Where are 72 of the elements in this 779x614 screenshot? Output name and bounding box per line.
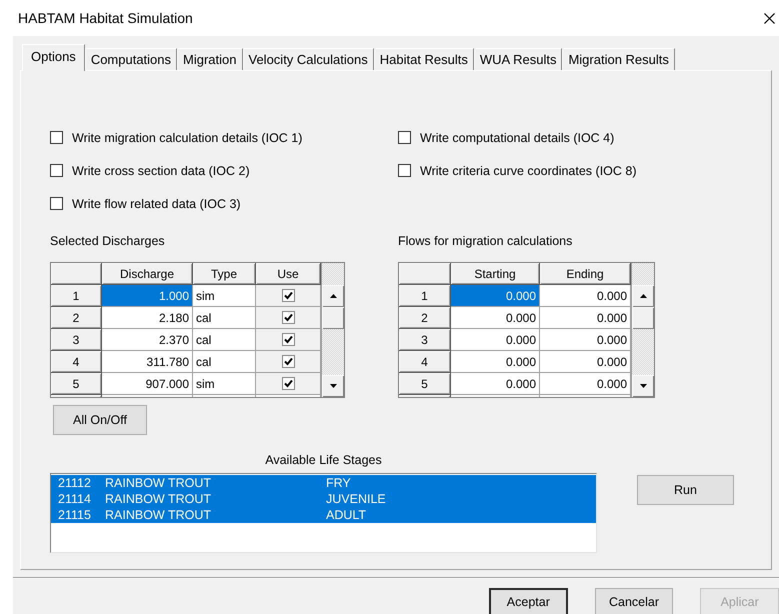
table-cell[interactable]: 0.000 (451, 285, 540, 307)
table-cell[interactable]: 907.000 (102, 373, 193, 395)
table-cell[interactable]: 2.180 (102, 307, 193, 329)
tab[interactable]: WUA Results (474, 48, 562, 70)
table-cell[interactable]: 0.000 (451, 351, 540, 373)
close-icon[interactable] (764, 12, 775, 24)
tab[interactable]: Habitat Results (374, 48, 474, 70)
use-checkbox[interactable] (282, 333, 294, 346)
dialog-button[interactable]: Aceptar (489, 588, 568, 614)
tab[interactable]: Computations (84, 48, 178, 70)
down-arrow-icon (640, 384, 646, 388)
column-header: Discharge (102, 263, 193, 285)
column-header: Starting (451, 263, 540, 285)
list-item[interactable]: 21114 RAINBOW TROUT JUVENILE (51, 491, 596, 507)
row-header[interactable]: 3 (51, 329, 102, 351)
section-label: Flows for migration calculations (398, 233, 574, 249)
table-cell[interactable]: 0.000 (451, 307, 540, 329)
row-header[interactable]: 5 (51, 373, 102, 395)
checkbox-label: Write cross section data (IOC 2) (72, 164, 250, 178)
checkbox-label: Write migration calculation details (IOC 1) (72, 130, 302, 144)
window-title: HABTAM Habitat Simulation (18, 10, 193, 26)
use-checkbox[interactable] (282, 355, 294, 368)
table-cell[interactable]: 2.370 (102, 329, 193, 351)
list-label: Available Life Stages (264, 452, 383, 468)
tab[interactable]: Migration Results (562, 48, 675, 70)
table-cell[interactable]: 0.000 (451, 373, 540, 395)
use-checkbox[interactable] (282, 377, 294, 390)
row-header[interactable]: 4 (51, 351, 102, 373)
table-cell[interactable]: 0.000 (451, 329, 540, 351)
list-item[interactable]: 21112 RAINBOW TROUT FRY (51, 475, 596, 491)
column-header: Use (256, 263, 321, 285)
tab[interactable]: Velocity Calculations (242, 48, 374, 70)
scroll-down-button[interactable] (632, 375, 654, 397)
checkbox[interactable] (398, 164, 411, 177)
list-item[interactable]: 21115 RAINBOW TROUT ADULT (51, 507, 596, 523)
checkbox-label: Write criteria curve coordinates (IOC 8) (420, 164, 636, 178)
row-header[interactable]: 4 (399, 351, 451, 373)
checkbox[interactable] (398, 131, 411, 144)
scroll-up-button[interactable] (632, 285, 654, 307)
up-arrow-icon (330, 294, 336, 298)
run-button[interactable]: Run (637, 475, 734, 505)
table-cell[interactable]: 1.000 (102, 285, 193, 307)
section-label: Selected Discharges (50, 233, 166, 249)
use-checkbox[interactable] (282, 289, 294, 302)
up-arrow-icon (640, 294, 646, 298)
column-header: Type (193, 263, 256, 285)
row-header[interactable]: 5 (399, 373, 451, 395)
tab[interactable]: Migration (177, 48, 242, 70)
scroll-thumb[interactable] (632, 307, 654, 329)
table-cell[interactable]: 311.780 (102, 351, 193, 373)
row-header[interactable]: 1 (399, 285, 451, 307)
checkbox-label: Write flow related data (IOC 3) (72, 196, 241, 210)
use-checkbox[interactable] (282, 311, 294, 324)
scroll-up-button[interactable] (322, 285, 344, 307)
checkbox[interactable] (50, 131, 63, 144)
scroll-thumb[interactable] (322, 307, 344, 329)
dialog-button[interactable]: Cancelar (594, 588, 674, 614)
life-stage-listbox[interactable]: 21112 RAINBOW TROUT FRY 21114 RAINBOW TROUT JUVENILE 21115 RAINBOW TROUT ADULT (50, 473, 597, 553)
down-arrow-icon (330, 384, 336, 388)
scroll-down-button[interactable] (322, 375, 344, 397)
row-header[interactable]: 3 (399, 329, 451, 351)
row-header[interactable]: 2 (51, 307, 102, 329)
row-header[interactable]: 1 (51, 285, 102, 307)
tab[interactable]: Options (22, 44, 85, 71)
checkbox[interactable] (50, 164, 63, 177)
grid-corner-cell (399, 263, 451, 285)
row-header[interactable]: 2 (399, 307, 451, 329)
grid-corner-cell (51, 263, 102, 285)
all-on-off-button[interactable]: All On/Off (53, 405, 147, 435)
checkbox[interactable] (50, 197, 63, 210)
checkbox-label: Write computational details (IOC 4) (420, 130, 614, 144)
column-header: Ending (540, 263, 631, 285)
